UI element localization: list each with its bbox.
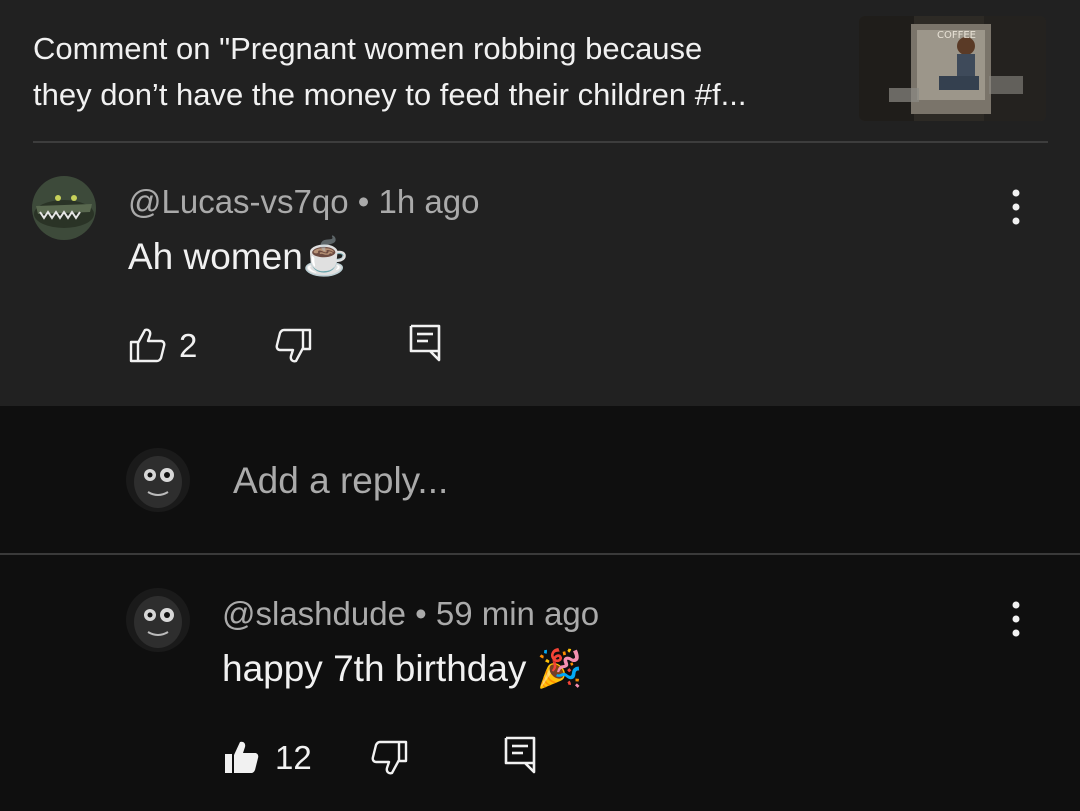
comment-reply-icon xyxy=(409,324,441,362)
like-count: 12 xyxy=(275,739,312,776)
meta-separator: • xyxy=(357,183,370,220)
like-button[interactable] xyxy=(222,738,260,781)
kebab-icon xyxy=(1012,601,1020,637)
coffee-emoji: ☕ xyxy=(302,236,349,277)
page-title: Comment on "Pregnant women robbing becau… xyxy=(33,26,833,118)
reply-button[interactable] xyxy=(408,323,442,368)
comment-reply-icon xyxy=(504,736,536,774)
thumbnail-image: COFFEE xyxy=(859,16,1046,121)
dislike-button[interactable] xyxy=(371,739,409,782)
timestamp: 59 min ago xyxy=(435,595,600,632)
comment-body: Ah women xyxy=(128,236,303,277)
more-options-button[interactable] xyxy=(1001,183,1031,233)
thumbs-down-icon xyxy=(275,328,312,363)
thumbs-up-icon xyxy=(129,328,166,363)
author-name[interactable]: @slashdude xyxy=(222,595,406,632)
party-popper-emoji: 🎉 xyxy=(536,648,583,689)
user-avatar-image xyxy=(126,448,190,512)
thumbs-down-icon xyxy=(371,740,408,775)
comment-meta: @Lucas-vs7qo • 1h ago xyxy=(128,183,479,221)
reply-button[interactable] xyxy=(503,735,537,780)
commenter-avatar-image xyxy=(32,176,96,240)
title-line-1: Comment on "Pregnant women robbing becau… xyxy=(33,31,703,66)
title-line-2: they don’t have the money to feed their … xyxy=(33,77,747,112)
meta-separator: • xyxy=(415,595,427,632)
avatar[interactable] xyxy=(32,176,96,240)
more-options-button[interactable] xyxy=(1001,595,1031,645)
avatar xyxy=(126,448,190,512)
like-count: 2 xyxy=(179,327,198,364)
reply-divider xyxy=(0,553,1080,555)
reply-input[interactable]: Add a reply... xyxy=(233,460,448,502)
dislike-button[interactable] xyxy=(275,327,313,370)
reply-text: happy 7th birthday 🎉 xyxy=(222,648,583,691)
like-button[interactable] xyxy=(128,326,166,369)
replier-avatar-image xyxy=(126,588,190,652)
comment-text: Ah women☕ xyxy=(128,236,349,279)
reply-body: happy 7th birthday xyxy=(222,648,527,689)
header-divider xyxy=(33,141,1048,143)
timestamp: 1h ago xyxy=(378,183,480,220)
avatar[interactable] xyxy=(126,588,190,652)
reply-meta: @slashdude • 59 min ago xyxy=(222,595,599,633)
thumbs-up-filled-icon xyxy=(225,741,259,773)
author-name[interactable]: @Lucas-vs7qo xyxy=(128,183,349,220)
video-thumbnail[interactable]: COFFEE xyxy=(859,16,1046,121)
thumbnail-sign-text: COFFEE xyxy=(937,30,976,41)
kebab-icon xyxy=(1012,189,1020,225)
